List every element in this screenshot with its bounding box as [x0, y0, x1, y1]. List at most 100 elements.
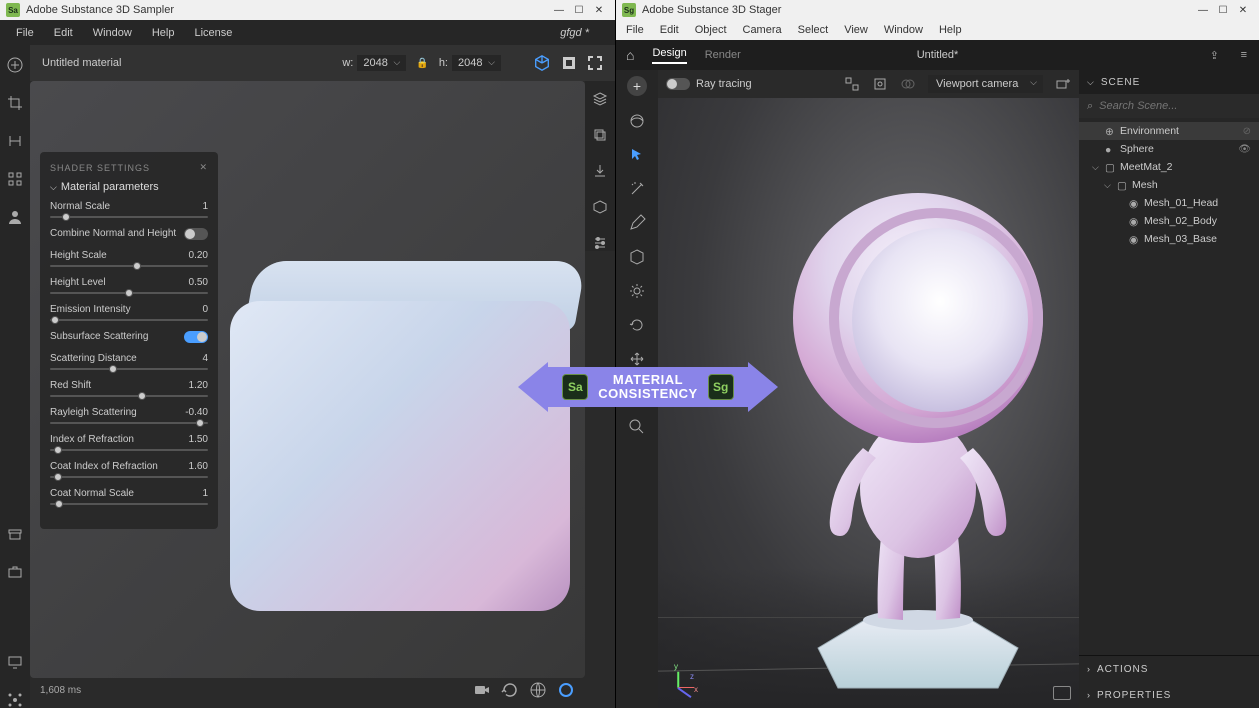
orbit-icon[interactable]	[628, 112, 646, 130]
menu-edit[interactable]: Edit	[652, 24, 687, 36]
add-object-icon[interactable]: +	[627, 76, 647, 96]
menu-view[interactable]: View	[836, 24, 876, 36]
menu-file[interactable]: File	[6, 27, 44, 39]
grid-icon[interactable]	[7, 171, 23, 187]
tab-design[interactable]: Design	[652, 47, 686, 64]
visibility-icon[interactable]: 👁	[1238, 144, 1251, 155]
doc-title: Untitled*	[917, 49, 959, 61]
scene-panel-header[interactable]: ⌵ SCENE	[1079, 70, 1259, 94]
param-slider[interactable]	[50, 422, 208, 424]
scene-search-input[interactable]	[1099, 100, 1251, 112]
expand-icon[interactable]	[587, 55, 603, 71]
width-select[interactable]: 2048	[357, 55, 406, 71]
collision-icon[interactable]	[900, 76, 916, 92]
globe-icon[interactable]	[529, 681, 547, 699]
measure-icon[interactable]	[7, 133, 23, 149]
param-slider[interactable]	[50, 368, 208, 370]
menu-edit[interactable]: Edit	[44, 27, 83, 39]
actions-section[interactable]: ›ACTIONS	[1079, 656, 1259, 682]
refresh-icon[interactable]	[501, 681, 519, 699]
tree-row[interactable]: ●Sphere👁	[1079, 140, 1259, 158]
wand-icon[interactable]	[628, 180, 646, 198]
camera-add-icon[interactable]	[1055, 76, 1071, 92]
camera-icon[interactable]	[473, 681, 491, 699]
height-select[interactable]: 2048	[452, 55, 501, 71]
close-button[interactable]: ✕	[1233, 2, 1253, 18]
target-icon[interactable]	[557, 681, 575, 699]
hidden-icon[interactable]: ⊘	[1243, 126, 1251, 137]
param-value: 1	[202, 201, 208, 212]
monitor-icon[interactable]	[7, 654, 23, 670]
shader-section-header[interactable]: Material parameters	[50, 181, 208, 193]
menu-window[interactable]: Window	[876, 24, 931, 36]
menu-file[interactable]: File	[618, 24, 652, 36]
param-toggle[interactable]	[184, 228, 208, 240]
menu-camera[interactable]: Camera	[735, 24, 790, 36]
tree-row[interactable]: ◉Mesh_03_Base	[1079, 230, 1259, 248]
tree-row[interactable]: ⌵▢Mesh	[1079, 176, 1259, 194]
archive-icon[interactable]	[7, 526, 23, 542]
close-button[interactable]: ✕	[589, 2, 609, 18]
tree-row[interactable]: ◉Mesh_02_Body	[1079, 212, 1259, 230]
properties-section[interactable]: ›PROPERTIES	[1079, 682, 1259, 708]
param-slider[interactable]	[50, 292, 208, 294]
param-toggle[interactable]	[184, 331, 208, 343]
copy-icon[interactable]	[592, 127, 608, 143]
menu-icon[interactable]: ≡	[1241, 49, 1247, 61]
tree-row[interactable]: ⌵▢MeetMat_2	[1079, 158, 1259, 176]
network-icon[interactable]	[7, 692, 23, 708]
param-slider[interactable]	[50, 503, 208, 505]
param-slider[interactable]	[50, 265, 208, 267]
param-slider[interactable]	[50, 216, 208, 218]
export-icon[interactable]	[592, 163, 608, 179]
snap-icon[interactable]	[844, 76, 860, 92]
menu-select[interactable]: Select	[790, 24, 837, 36]
maximize-button[interactable]: ☐	[1213, 2, 1233, 18]
param-slider[interactable]	[50, 476, 208, 478]
shader-close-icon[interactable]: ✕	[199, 162, 208, 173]
menu-help[interactable]: Help	[931, 24, 970, 36]
menu-object[interactable]: Object	[687, 24, 735, 36]
crop-icon[interactable]	[7, 95, 23, 111]
raytrace-toggle[interactable]	[666, 78, 690, 90]
add-icon[interactable]	[7, 57, 23, 73]
person-icon[interactable]	[7, 209, 23, 225]
tree-icon: ◉	[1129, 234, 1139, 244]
select-arrow-icon[interactable]	[628, 146, 646, 164]
viewport-camera-select[interactable]: Viewport camera	[928, 75, 1043, 93]
menu-window[interactable]: Window	[83, 27, 142, 39]
maximize-button[interactable]: ☐	[569, 2, 589, 18]
briefcase-icon[interactable]	[7, 564, 23, 580]
layers-icon[interactable]	[592, 91, 608, 107]
minimize-button[interactable]: —	[1193, 2, 1213, 18]
share-icon[interactable]: ⇪	[1210, 49, 1219, 62]
param-slider[interactable]	[50, 449, 208, 451]
sampler-footer: 1,608 ms	[40, 678, 575, 702]
pen-icon[interactable]	[628, 214, 646, 232]
menu-license[interactable]: License	[184, 27, 242, 39]
rotate-icon[interactable]	[628, 316, 646, 334]
param-slider[interactable]	[50, 395, 208, 397]
tree-icon: ●	[1105, 144, 1115, 154]
light-icon[interactable]	[628, 282, 646, 300]
sampler-titlebar: Sa Adobe Substance 3D Sampler — ☐ ✕	[0, 0, 615, 20]
align-icon[interactable]	[872, 76, 888, 92]
param-value: 1.60	[189, 461, 208, 472]
viewport-toggle-icon[interactable]	[1053, 686, 1071, 700]
param-label: Coat Normal Scale	[50, 488, 134, 499]
cube-icon[interactable]	[628, 248, 646, 266]
tab-render[interactable]: Render	[705, 49, 741, 61]
square-icon[interactable]	[561, 55, 577, 71]
box-icon[interactable]	[592, 199, 608, 215]
param-slider[interactable]	[50, 319, 208, 321]
axis-gizmo[interactable]: y x z	[672, 664, 702, 694]
menu-help[interactable]: Help	[142, 27, 185, 39]
home-icon[interactable]: ⌂	[626, 47, 634, 63]
tree-row[interactable]: ◉Mesh_01_Head	[1079, 194, 1259, 212]
tree-row[interactable]: ⊕Environment⊘	[1079, 122, 1259, 140]
lock-icon[interactable]: 🔒	[416, 58, 428, 69]
cube3d-icon[interactable]	[533, 54, 551, 72]
sliders-icon[interactable]	[592, 235, 608, 251]
minimize-button[interactable]: —	[549, 2, 569, 18]
search-icon[interactable]	[628, 418, 646, 436]
